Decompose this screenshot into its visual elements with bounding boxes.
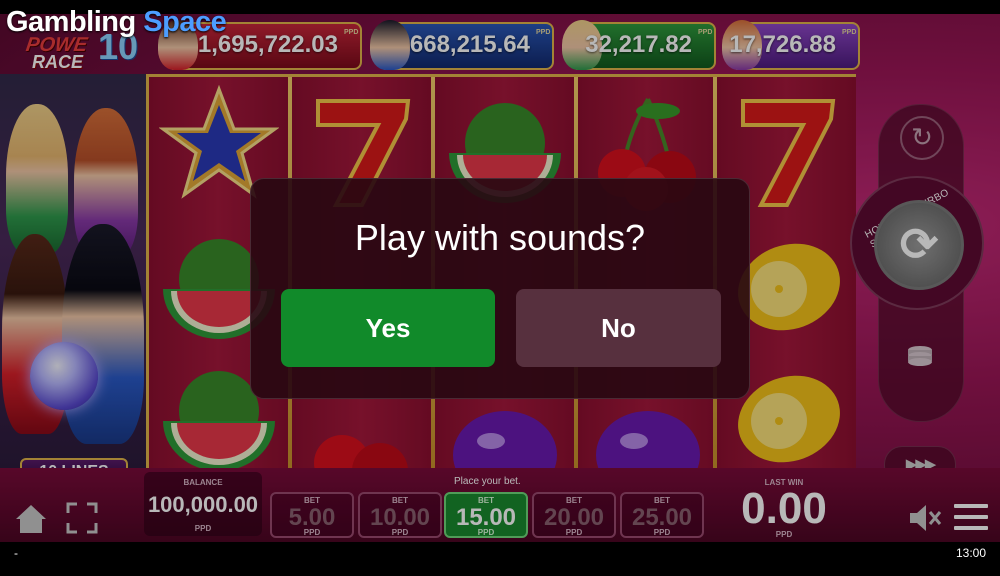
brand-part2: Space <box>143 6 227 38</box>
system-status-bar: - 13:00 <box>0 542 1000 576</box>
brand-part1: Gambling <box>6 6 136 38</box>
yes-button[interactable]: Yes <box>281 289 495 367</box>
no-button[interactable]: No <box>516 289 721 367</box>
status-clock: 13:00 <box>955 546 986 560</box>
dialog-question: Play with sounds? <box>354 217 646 258</box>
brand-logo: Gambling Space <box>6 6 227 39</box>
sound-dialog: Play with sounds? Yes No <box>250 178 750 399</box>
status-left: - <box>14 546 18 560</box>
